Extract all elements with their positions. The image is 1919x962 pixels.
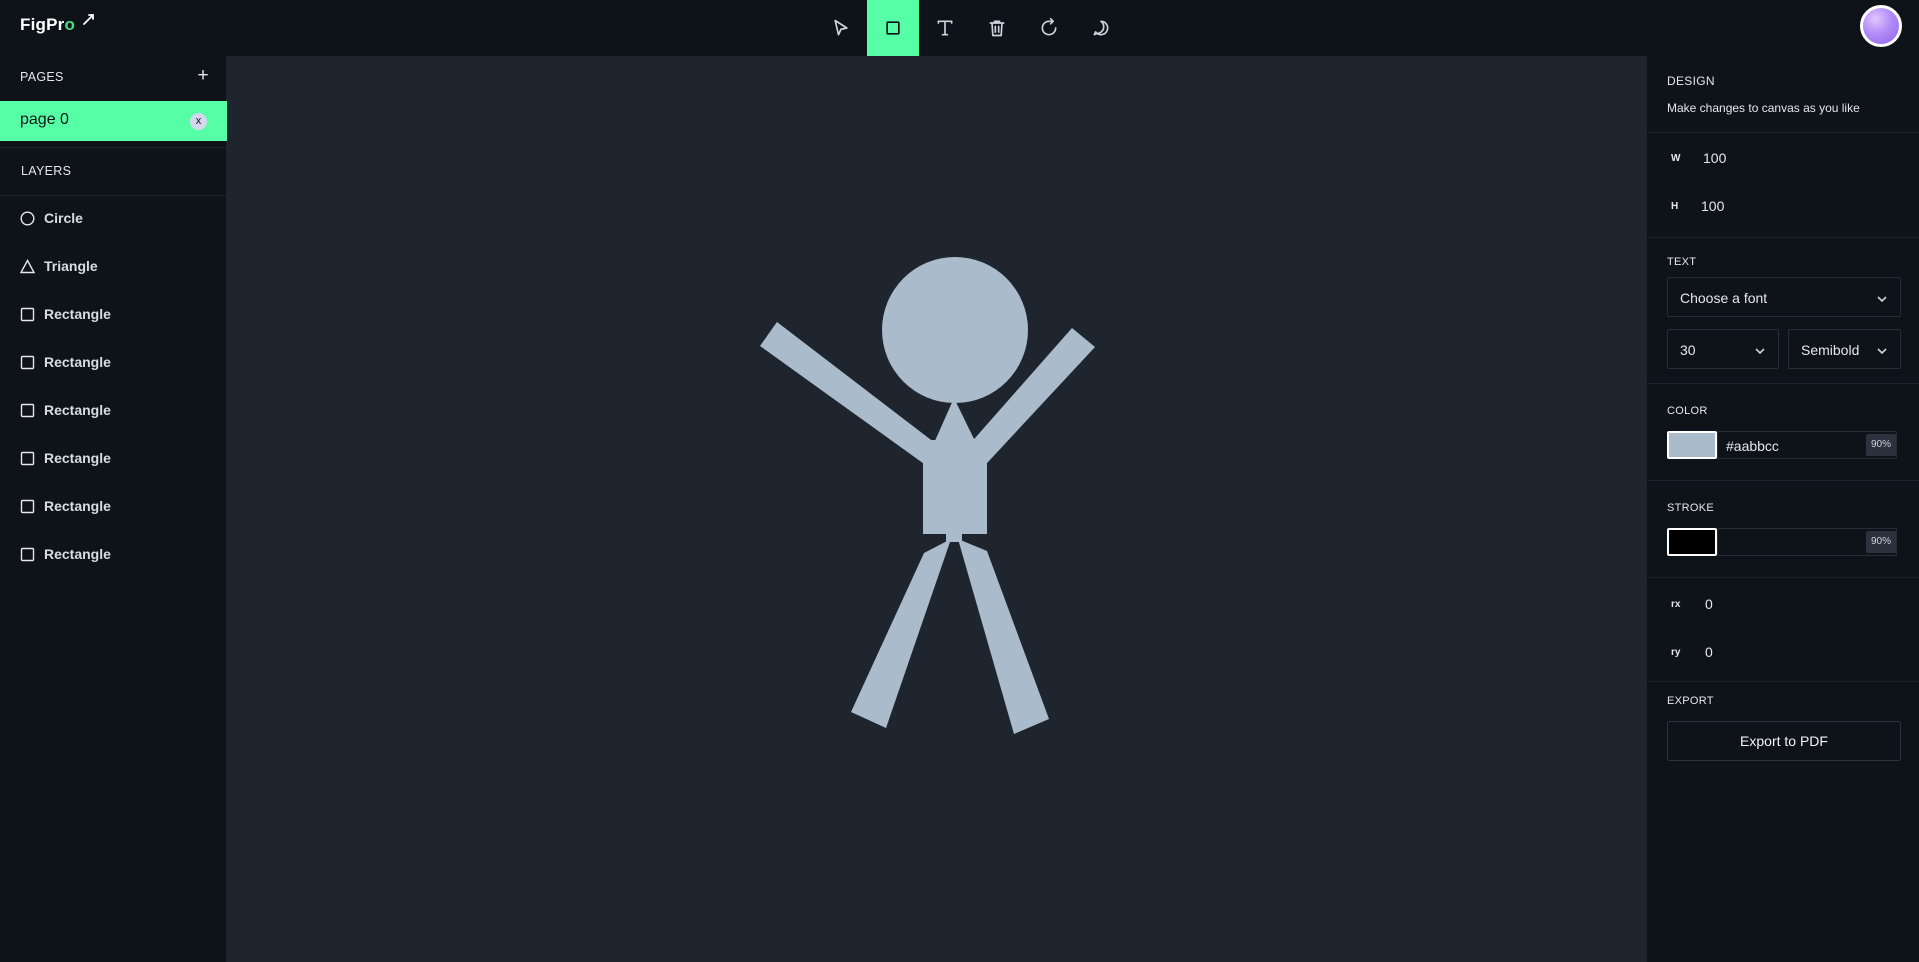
layer-label: Circle bbox=[44, 210, 83, 226]
canvas-svg bbox=[760, 257, 1095, 734]
stroke-heading: STROKE bbox=[1667, 502, 1715, 514]
rectangle-icon bbox=[20, 307, 35, 322]
layer-label: Rectangle bbox=[44, 498, 111, 514]
rx-input[interactable]: 0 bbox=[1705, 596, 1855, 612]
font-weight-value: Semibold bbox=[1801, 342, 1860, 358]
page-item[interactable]: page 0 x bbox=[0, 101, 227, 141]
stroke-color-swatch[interactable] bbox=[1667, 528, 1717, 556]
right-sidebar: DESIGN Make changes to canvas as you lik… bbox=[1646, 56, 1919, 962]
close-page-button[interactable]: x bbox=[190, 113, 207, 130]
design-subtitle: Make changes to canvas as you like bbox=[1667, 101, 1860, 115]
color-heading: COLOR bbox=[1667, 405, 1708, 417]
square-icon bbox=[886, 21, 900, 35]
ry-input[interactable]: 0 bbox=[1705, 644, 1855, 660]
user-avatar[interactable] bbox=[1860, 5, 1902, 47]
dimensions-section: W 100 H 100 bbox=[1647, 133, 1919, 238]
radius-section: rx 0 ry 0 bbox=[1647, 578, 1919, 682]
layer-label: Rectangle bbox=[44, 402, 111, 418]
select-tool-button[interactable] bbox=[815, 0, 867, 56]
top-bar: FigPro bbox=[0, 0, 1919, 56]
width-label: W bbox=[1671, 153, 1681, 164]
rectangle-tool-button[interactable] bbox=[867, 0, 919, 56]
rx-label: rx bbox=[1671, 599, 1681, 610]
body-rectangle-shape[interactable] bbox=[923, 440, 987, 534]
drawing-canvas[interactable] bbox=[228, 56, 1646, 962]
logo-spark-icon bbox=[83, 14, 94, 25]
rectangle-icon bbox=[20, 403, 35, 418]
font-family-select[interactable]: Choose a font bbox=[1667, 277, 1901, 317]
right-leg-shape[interactable] bbox=[958, 539, 1049, 734]
layer-label: Rectangle bbox=[44, 306, 111, 322]
logo-accent: o bbox=[64, 15, 76, 34]
color-section: COLOR #aabbcc 90% bbox=[1647, 384, 1919, 481]
pages-heading: PAGES bbox=[20, 70, 64, 84]
export-pdf-button[interactable]: Export to PDF bbox=[1667, 721, 1901, 761]
left-leg-shape[interactable] bbox=[851, 539, 951, 728]
rectangle-icon bbox=[20, 451, 35, 466]
design-heading: DESIGN bbox=[1667, 74, 1715, 88]
cursor-icon bbox=[834, 19, 848, 36]
reset-tool-button[interactable] bbox=[1023, 0, 1075, 56]
chevron-down-icon bbox=[1876, 292, 1888, 304]
layer-item-rectangle[interactable]: Rectangle bbox=[0, 440, 227, 476]
text-tool-button[interactable] bbox=[919, 0, 971, 56]
layer-label: Rectangle bbox=[44, 354, 111, 370]
comments-tool-button[interactable] bbox=[1075, 0, 1127, 56]
stroke-color-input[interactable]: 90% bbox=[1717, 528, 1897, 556]
font-size-select[interactable]: 30 bbox=[1667, 329, 1779, 369]
font-size-value: 30 bbox=[1680, 342, 1696, 358]
rectangle-icon bbox=[20, 499, 35, 514]
triangle-icon bbox=[19, 259, 36, 274]
delete-tool-button[interactable] bbox=[971, 0, 1023, 56]
left-sidebar: PAGES + page 0 x LAYERS Circle Triangle … bbox=[0, 56, 227, 962]
text-icon bbox=[937, 20, 953, 36]
fill-color-swatch[interactable] bbox=[1667, 431, 1717, 459]
layers-heading: LAYERS bbox=[21, 164, 72, 178]
page-label: page 0 bbox=[20, 111, 69, 128]
layer-item-circle[interactable]: Circle bbox=[0, 200, 227, 236]
fill-color-hex: #aabbcc bbox=[1726, 438, 1779, 454]
hip-rectangle-shape[interactable] bbox=[946, 526, 962, 542]
fill-color-input[interactable]: #aabbcc 90% bbox=[1717, 431, 1897, 459]
layer-label: Triangle bbox=[44, 258, 98, 274]
head-circle-shape[interactable] bbox=[882, 257, 1028, 403]
chevron-down-icon bbox=[1754, 344, 1766, 356]
height-label: H bbox=[1671, 201, 1679, 212]
layer-label: Rectangle bbox=[44, 450, 111, 466]
comment-icon bbox=[1093, 20, 1109, 36]
layer-item-rectangle[interactable]: Rectangle bbox=[0, 392, 227, 428]
layer-item-triangle[interactable]: Triangle bbox=[0, 248, 227, 284]
app-logo: FigPro bbox=[20, 14, 94, 35]
ry-label: ry bbox=[1671, 647, 1681, 658]
stroke-section: STROKE 90% bbox=[1647, 481, 1919, 578]
layer-item-rectangle[interactable]: Rectangle bbox=[0, 296, 227, 332]
height-input[interactable]: 100 bbox=[1701, 198, 1851, 214]
layer-item-rectangle[interactable]: Rectangle bbox=[0, 344, 227, 380]
trash-icon bbox=[989, 20, 1005, 37]
layer-item-rectangle[interactable]: Rectangle bbox=[0, 536, 227, 572]
chevron-down-icon bbox=[1876, 344, 1888, 356]
rotate-icon bbox=[1041, 18, 1057, 36]
font-weight-select[interactable]: Semibold bbox=[1788, 329, 1901, 369]
toolbar bbox=[815, 0, 1127, 56]
text-section: TEXT Choose a font 30 Semibold bbox=[1647, 238, 1919, 384]
text-heading: TEXT bbox=[1667, 256, 1697, 268]
export-heading: EXPORT bbox=[1667, 695, 1714, 707]
width-input[interactable]: 100 bbox=[1703, 150, 1853, 166]
circle-icon bbox=[20, 211, 35, 226]
layer-item-rectangle[interactable]: Rectangle bbox=[0, 488, 227, 524]
font-family-value: Choose a font bbox=[1680, 290, 1768, 306]
stroke-opacity-badge: 90% bbox=[1866, 531, 1896, 553]
rectangle-icon bbox=[20, 355, 35, 370]
neck-triangle-shape[interactable] bbox=[934, 398, 976, 443]
layer-label: Rectangle bbox=[44, 546, 111, 562]
fill-opacity-badge: 90% bbox=[1866, 434, 1896, 456]
design-section: DESIGN Make changes to canvas as you lik… bbox=[1647, 56, 1919, 133]
add-page-button[interactable]: + bbox=[195, 66, 211, 86]
logo-text: FigPr bbox=[20, 15, 65, 34]
layers-header: LAYERS bbox=[0, 147, 227, 196]
rectangle-icon bbox=[20, 547, 35, 562]
